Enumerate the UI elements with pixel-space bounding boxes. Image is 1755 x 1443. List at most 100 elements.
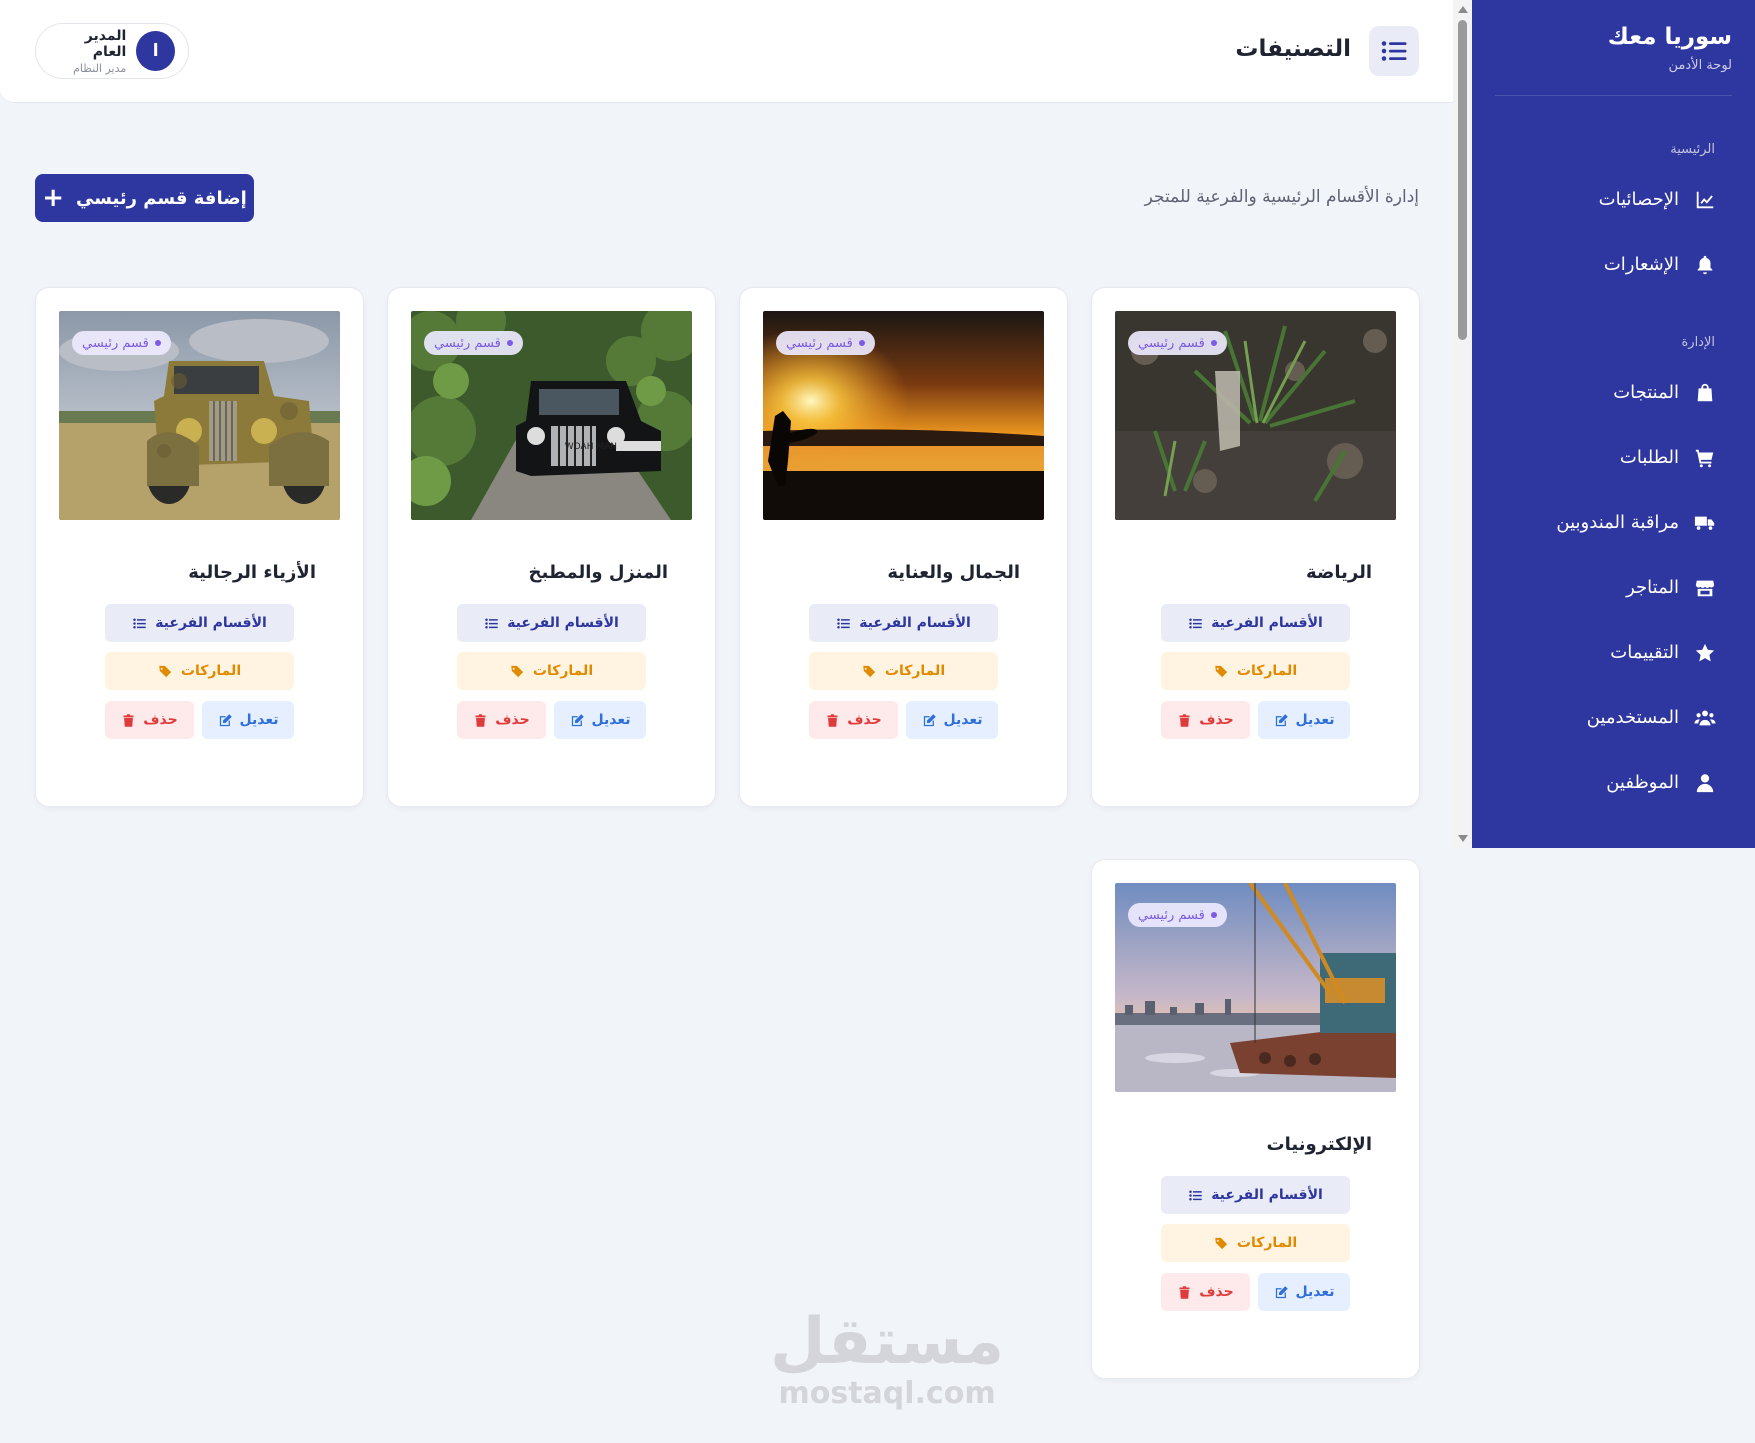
- sidebar-item-label: الإحصائيات: [1598, 189, 1679, 210]
- chart-line-icon: [1693, 188, 1717, 212]
- top-header: التصنيفات ا المدير العام مدير النظام: [0, 0, 1453, 103]
- scroll-down-arrow-icon[interactable]: [1458, 835, 1468, 842]
- sidebar-item-label: الإشعارات: [1603, 254, 1679, 275]
- sidebar-item-label: المتاجر: [1626, 577, 1679, 598]
- subcategories-button[interactable]: الأقسام الفرعية: [457, 604, 646, 642]
- main-category-badge: قسم رئيسي: [1128, 903, 1227, 927]
- trash-icon: [475, 713, 486, 727]
- category-name: المنزل والمطبخ: [528, 562, 668, 583]
- main-category-badge: قسم رئيسي: [776, 331, 875, 355]
- edit-button[interactable]: تعديل: [906, 701, 998, 739]
- category-name: الجمال والعناية: [887, 562, 1020, 583]
- category-card: قسم رئيسي الأزياء الرجالية الأقسام الفرع…: [35, 287, 364, 807]
- list-icon: [485, 618, 498, 628]
- badge-dot-icon: [858, 340, 865, 346]
- shopping-bag-icon: [1693, 381, 1717, 405]
- trash-icon: [1179, 1285, 1190, 1299]
- sidebar-item-stores[interactable]: المتاجر: [1472, 555, 1755, 620]
- edit-button[interactable]: تعديل: [554, 701, 646, 739]
- scroll-up-arrow-icon[interactable]: [1458, 6, 1468, 13]
- edit-icon: [219, 713, 232, 726]
- delete-button[interactable]: حذف: [457, 701, 546, 739]
- category-image: قسم رئيسي: [763, 311, 1044, 520]
- user-role: مدير النظام: [73, 61, 127, 75]
- sidebar-item-label: المنتجات: [1613, 382, 1679, 403]
- category-name: الرياضة: [1306, 562, 1372, 583]
- menu-toggle-button[interactable]: [1369, 26, 1419, 76]
- trash-icon: [827, 713, 838, 727]
- sidebar-item-employees[interactable]: الموظفين: [1472, 750, 1755, 815]
- brands-button[interactable]: الماركات: [1161, 652, 1350, 690]
- svg-text:WOAH MAN: WOAH MAN: [565, 442, 617, 452]
- sidebar-item-orders[interactable]: الطلبات: [1472, 425, 1755, 490]
- sidebar-item-reviews[interactable]: التقييمات: [1472, 620, 1755, 685]
- badge-dot-icon: [1210, 340, 1217, 346]
- sidebar-item-label: المستخدمين: [1586, 707, 1679, 728]
- delete-button[interactable]: حذف: [1161, 1273, 1250, 1311]
- list-icon: [1381, 41, 1407, 61]
- subcategories-button[interactable]: الأقسام الفرعية: [1161, 1176, 1350, 1214]
- page-description: إدارة الأقسام الرئيسية والفرعية للمتجر: [1144, 187, 1419, 207]
- plus-icon: +: [42, 183, 65, 213]
- add-main-category-button[interactable]: إضافة قسم رئيسي +: [35, 174, 254, 222]
- list-icon: [837, 618, 850, 628]
- delete-button[interactable]: حذف: [1161, 701, 1250, 739]
- edit-button[interactable]: تعديل: [1258, 701, 1350, 739]
- category-name: الأزياء الرجالية: [188, 562, 316, 583]
- brand-subtitle: لوحة الأدمن: [1668, 58, 1733, 73]
- bell-icon: [1693, 253, 1717, 277]
- subcategories-button[interactable]: الأقسام الفرعية: [1161, 604, 1350, 642]
- truck-icon: [1693, 511, 1717, 535]
- main-category-badge: قسم رئيسي: [72, 331, 171, 355]
- category-card: قسم رئيسي الإلكترونيات الأقسام الفرعية ا…: [1091, 859, 1420, 1379]
- sidebar-item-label: الموظفين: [1606, 772, 1679, 793]
- list-icon: [133, 618, 146, 628]
- edit-icon: [923, 713, 936, 726]
- tags-icon: [863, 665, 876, 677]
- category-card: WOAH MAN قسم رئيسي المنزل والمطبخ الأقسا…: [387, 287, 716, 807]
- brands-button[interactable]: الماركات: [457, 652, 646, 690]
- sidebar-item-label: مراقبة المندوبين: [1556, 512, 1679, 533]
- user-menu[interactable]: ا المدير العام مدير النظام: [35, 23, 189, 79]
- cart-icon: [1693, 446, 1717, 470]
- sidebar-item-users[interactable]: المستخدمين: [1472, 685, 1755, 750]
- sidebar-item-products[interactable]: المنتجات: [1472, 360, 1755, 425]
- category-image: قسم رئيسي: [59, 311, 340, 520]
- brand-title: سوريا معك: [1607, 24, 1732, 50]
- subcategories-button[interactable]: الأقسام الفرعية: [809, 604, 998, 642]
- category-image: قسم رئيسي: [1115, 883, 1396, 1092]
- delete-button[interactable]: حذف: [105, 701, 194, 739]
- delete-button[interactable]: حذف: [809, 701, 898, 739]
- badge-dot-icon: [154, 340, 161, 346]
- main-category-badge: قسم رئيسي: [1128, 331, 1227, 355]
- edit-button[interactable]: تعديل: [202, 701, 294, 739]
- user-name: المدير العام: [84, 27, 127, 60]
- sidebar-section-management: الإدارة: [1681, 335, 1715, 350]
- sidebar-item-notifications[interactable]: الإشعارات: [1472, 232, 1755, 297]
- brands-button[interactable]: الماركات: [1161, 1224, 1350, 1262]
- watermark: مستقل mostaql.com: [770, 1310, 1004, 1411]
- brands-button[interactable]: الماركات: [809, 652, 998, 690]
- scroll-thumb[interactable]: [1458, 20, 1467, 340]
- edit-icon: [571, 713, 584, 726]
- watermark-arabic: مستقل: [770, 1305, 1005, 1379]
- sidebar-item-delegates[interactable]: مراقبة المندوبين: [1472, 490, 1755, 555]
- subcategories-button[interactable]: الأقسام الفرعية: [105, 604, 294, 642]
- sidebar: سوريا معك لوحة الأدمن الرئيسية الإحصائيا…: [1472, 0, 1755, 848]
- sidebar-item-label: التقييمات: [1610, 642, 1679, 663]
- edit-button[interactable]: تعديل: [1258, 1273, 1350, 1311]
- users-icon: [1693, 706, 1717, 730]
- category-card: قسم رئيسي الجمال والعناية الأقسام الفرعي…: [739, 287, 1068, 807]
- star-icon: [1693, 641, 1717, 665]
- sidebar-divider: [1495, 95, 1732, 96]
- sidebar-section-main: الرئيسية: [1670, 142, 1715, 157]
- list-icon: [1189, 618, 1202, 628]
- brands-button[interactable]: الماركات: [105, 652, 294, 690]
- tags-icon: [1215, 665, 1228, 677]
- page-scrollbar[interactable]: [1453, 0, 1472, 848]
- trash-icon: [1179, 713, 1190, 727]
- sidebar-item-statistics[interactable]: الإحصائيات: [1472, 167, 1755, 232]
- tags-icon: [1215, 1237, 1228, 1249]
- tags-icon: [511, 665, 524, 677]
- watermark-latin: mostaql.com: [778, 1376, 996, 1411]
